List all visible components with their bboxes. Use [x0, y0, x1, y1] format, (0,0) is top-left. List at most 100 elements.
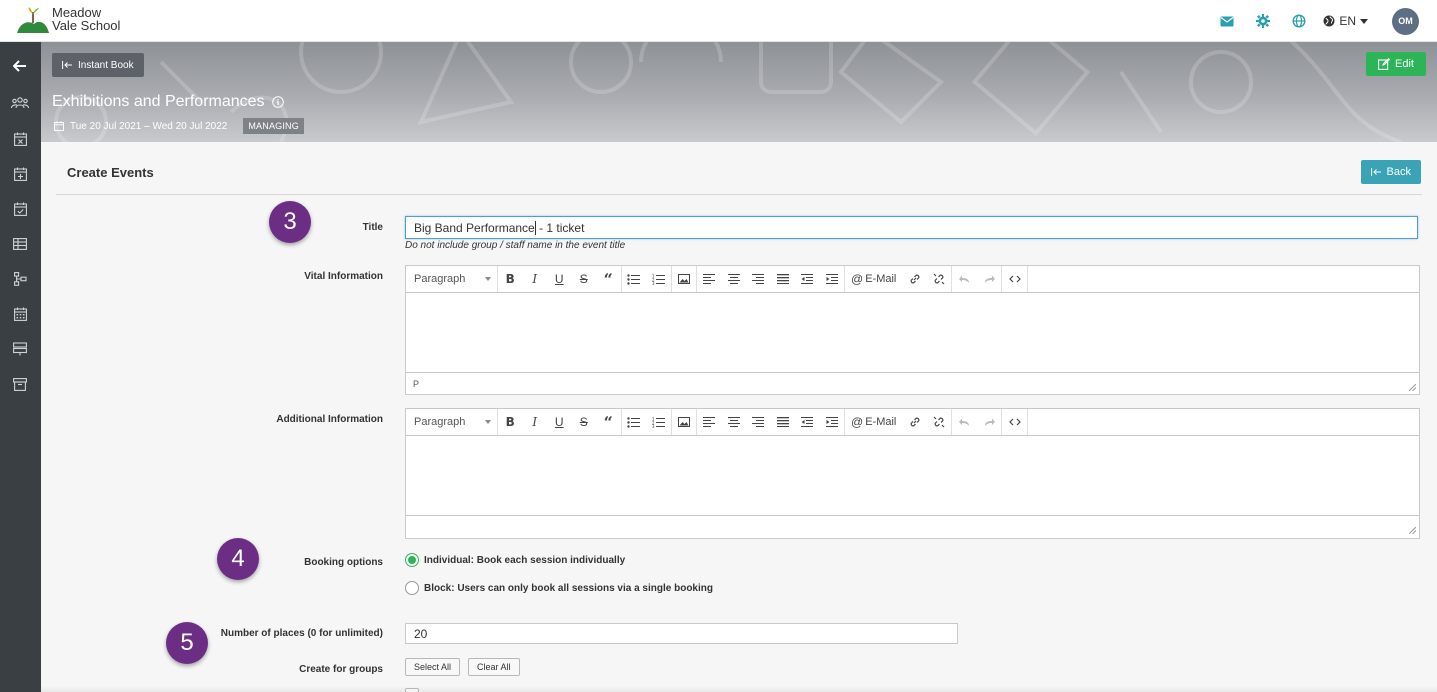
status-badge: MANAGING — [243, 118, 304, 134]
additional-info-label: Additional Information — [276, 414, 383, 425]
calendar-x-icon[interactable] — [11, 130, 29, 148]
groups-icon[interactable] — [11, 94, 29, 112]
groups-label: Create for groups — [299, 664, 383, 675]
link-icon[interactable] — [902, 409, 927, 435]
underline-icon[interactable]: U — [547, 266, 572, 292]
redo-icon[interactable] — [977, 409, 1002, 435]
align-left-icon[interactable] — [697, 409, 722, 435]
page-banner: Instant Book Edit Exhibitions and Perfor… — [41, 42, 1437, 142]
calendar-icon — [54, 121, 64, 131]
calendar-plus-icon[interactable] — [11, 165, 29, 183]
booking-option-block[interactable]: Block: Users can only book all sessions … — [405, 581, 713, 595]
undo-icon[interactable] — [952, 266, 977, 292]
source-code-icon[interactable] — [1002, 409, 1027, 435]
chevron-down-icon — [1360, 18, 1368, 24]
link-icon[interactable] — [902, 266, 927, 292]
strikethrough-icon[interactable]: S — [572, 266, 597, 292]
numbered-list-icon[interactable]: 123 — [646, 266, 671, 292]
additional-info-text-area[interactable] — [406, 436, 1419, 515]
blockquote-icon[interactable]: “ — [596, 409, 621, 435]
outdent-icon[interactable] — [795, 409, 820, 435]
divider — [56, 194, 1422, 195]
instant-book-button[interactable]: Instant Book — [52, 53, 144, 77]
booking-option-individual[interactable]: Individual: Book each session individual… — [405, 553, 625, 567]
language-selector[interactable]: EN — [1323, 14, 1368, 28]
gear-icon[interactable] — [1245, 3, 1281, 39]
align-left-icon[interactable] — [697, 266, 722, 292]
avatar[interactable]: OM — [1392, 7, 1419, 35]
underline-icon[interactable]: U — [547, 409, 572, 435]
calendar-grid-icon[interactable] — [11, 305, 29, 323]
scroll-shadow — [41, 686, 1437, 692]
resize-handle-icon[interactable] — [1409, 527, 1416, 534]
title-input[interactable]: Big Band Performance - 1 ticket — [405, 216, 1418, 239]
indent-icon[interactable] — [820, 409, 845, 435]
strikethrough-icon[interactable]: S — [572, 409, 597, 435]
align-center-icon[interactable] — [722, 266, 747, 292]
align-justify-icon[interactable] — [771, 409, 796, 435]
align-justify-icon[interactable] — [771, 266, 796, 292]
image-icon[interactable] — [672, 409, 697, 435]
logo-line2: Vale School — [52, 18, 121, 33]
edit-button[interactable]: Edit — [1366, 52, 1426, 76]
paragraph-format-select[interactable]: Paragraph — [406, 409, 498, 435]
sidebar — [0, 42, 41, 692]
bullet-list-icon[interactable] — [622, 409, 647, 435]
select-all-button[interactable]: Select All — [405, 658, 461, 676]
email-label: E-Mail — [865, 416, 897, 428]
info-icon[interactable] — [271, 96, 284, 108]
numbered-list-icon[interactable]: 123 — [646, 409, 671, 435]
section-title: Create Events — [67, 165, 154, 180]
unlink-icon[interactable] — [927, 409, 952, 435]
italic-icon[interactable]: I — [523, 409, 548, 435]
svg-text:3: 3 — [652, 281, 655, 285]
blockquote-icon[interactable]: “ — [596, 266, 621, 292]
clear-all-button[interactable]: Clear All — [468, 658, 520, 676]
back-arrow-icon[interactable] — [11, 57, 29, 75]
undo-icon[interactable] — [952, 409, 977, 435]
page-title-text: Exhibitions and Performances — [52, 93, 265, 110]
bold-icon[interactable]: B — [498, 266, 523, 292]
outdent-icon[interactable] — [795, 266, 820, 292]
unlink-icon[interactable] — [927, 266, 952, 292]
align-right-icon[interactable] — [746, 409, 771, 435]
mail-icon[interactable] — [1209, 3, 1245, 39]
table-icon[interactable] — [11, 235, 29, 253]
booking-options-label: Booking options — [304, 557, 383, 568]
title-value-end: - 1 ticket — [535, 220, 585, 235]
at-icon: @ — [851, 415, 864, 429]
align-right-icon[interactable] — [746, 266, 771, 292]
date-range-text: Tue 20 Jul 2021 – Wed 20 Jul 2022 — [70, 120, 228, 132]
indent-icon[interactable] — [820, 266, 845, 292]
radio-block[interactable] — [405, 581, 419, 595]
bullet-list-icon[interactable] — [622, 266, 647, 292]
layers-icon[interactable] — [11, 340, 29, 358]
italic-icon[interactable]: I — [523, 266, 548, 292]
align-center-icon[interactable] — [722, 409, 747, 435]
paragraph-format-select[interactable]: Paragraph — [406, 266, 498, 292]
archive-icon[interactable] — [11, 375, 29, 393]
vital-info-text-area[interactable] — [406, 293, 1419, 372]
step-badge-3: 3 — [269, 201, 311, 243]
school-logo[interactable]: Meadow Vale School — [16, 6, 120, 34]
booking-option-individual-label: Individual: Book each session individual… — [424, 554, 626, 566]
source-code-icon[interactable] — [1002, 266, 1027, 292]
bold-icon[interactable]: B — [498, 409, 523, 435]
places-input[interactable]: 20 — [405, 623, 958, 644]
redo-icon[interactable] — [977, 266, 1002, 292]
booking-option-block-label: Block: Users can only book all sessions … — [424, 582, 713, 594]
resize-handle-icon[interactable] — [1409, 384, 1416, 391]
step-badge-4: 4 — [217, 538, 259, 580]
insert-email-button[interactable]: @ E-Mail — [845, 409, 902, 435]
insert-email-button[interactable]: @ E-Mail — [845, 266, 902, 292]
image-icon[interactable] — [672, 266, 697, 292]
language-code: EN — [1339, 14, 1356, 28]
paragraph-label: Paragraph — [414, 416, 466, 428]
toolbar-separator — [1026, 266, 1028, 292]
at-icon: @ — [851, 272, 864, 286]
calendar-check-icon[interactable] — [11, 200, 29, 218]
back-button[interactable]: Back — [1360, 160, 1421, 184]
flow-icon[interactable] — [11, 270, 29, 288]
radio-individual[interactable] — [405, 553, 419, 567]
globe-icon[interactable] — [1281, 3, 1317, 39]
